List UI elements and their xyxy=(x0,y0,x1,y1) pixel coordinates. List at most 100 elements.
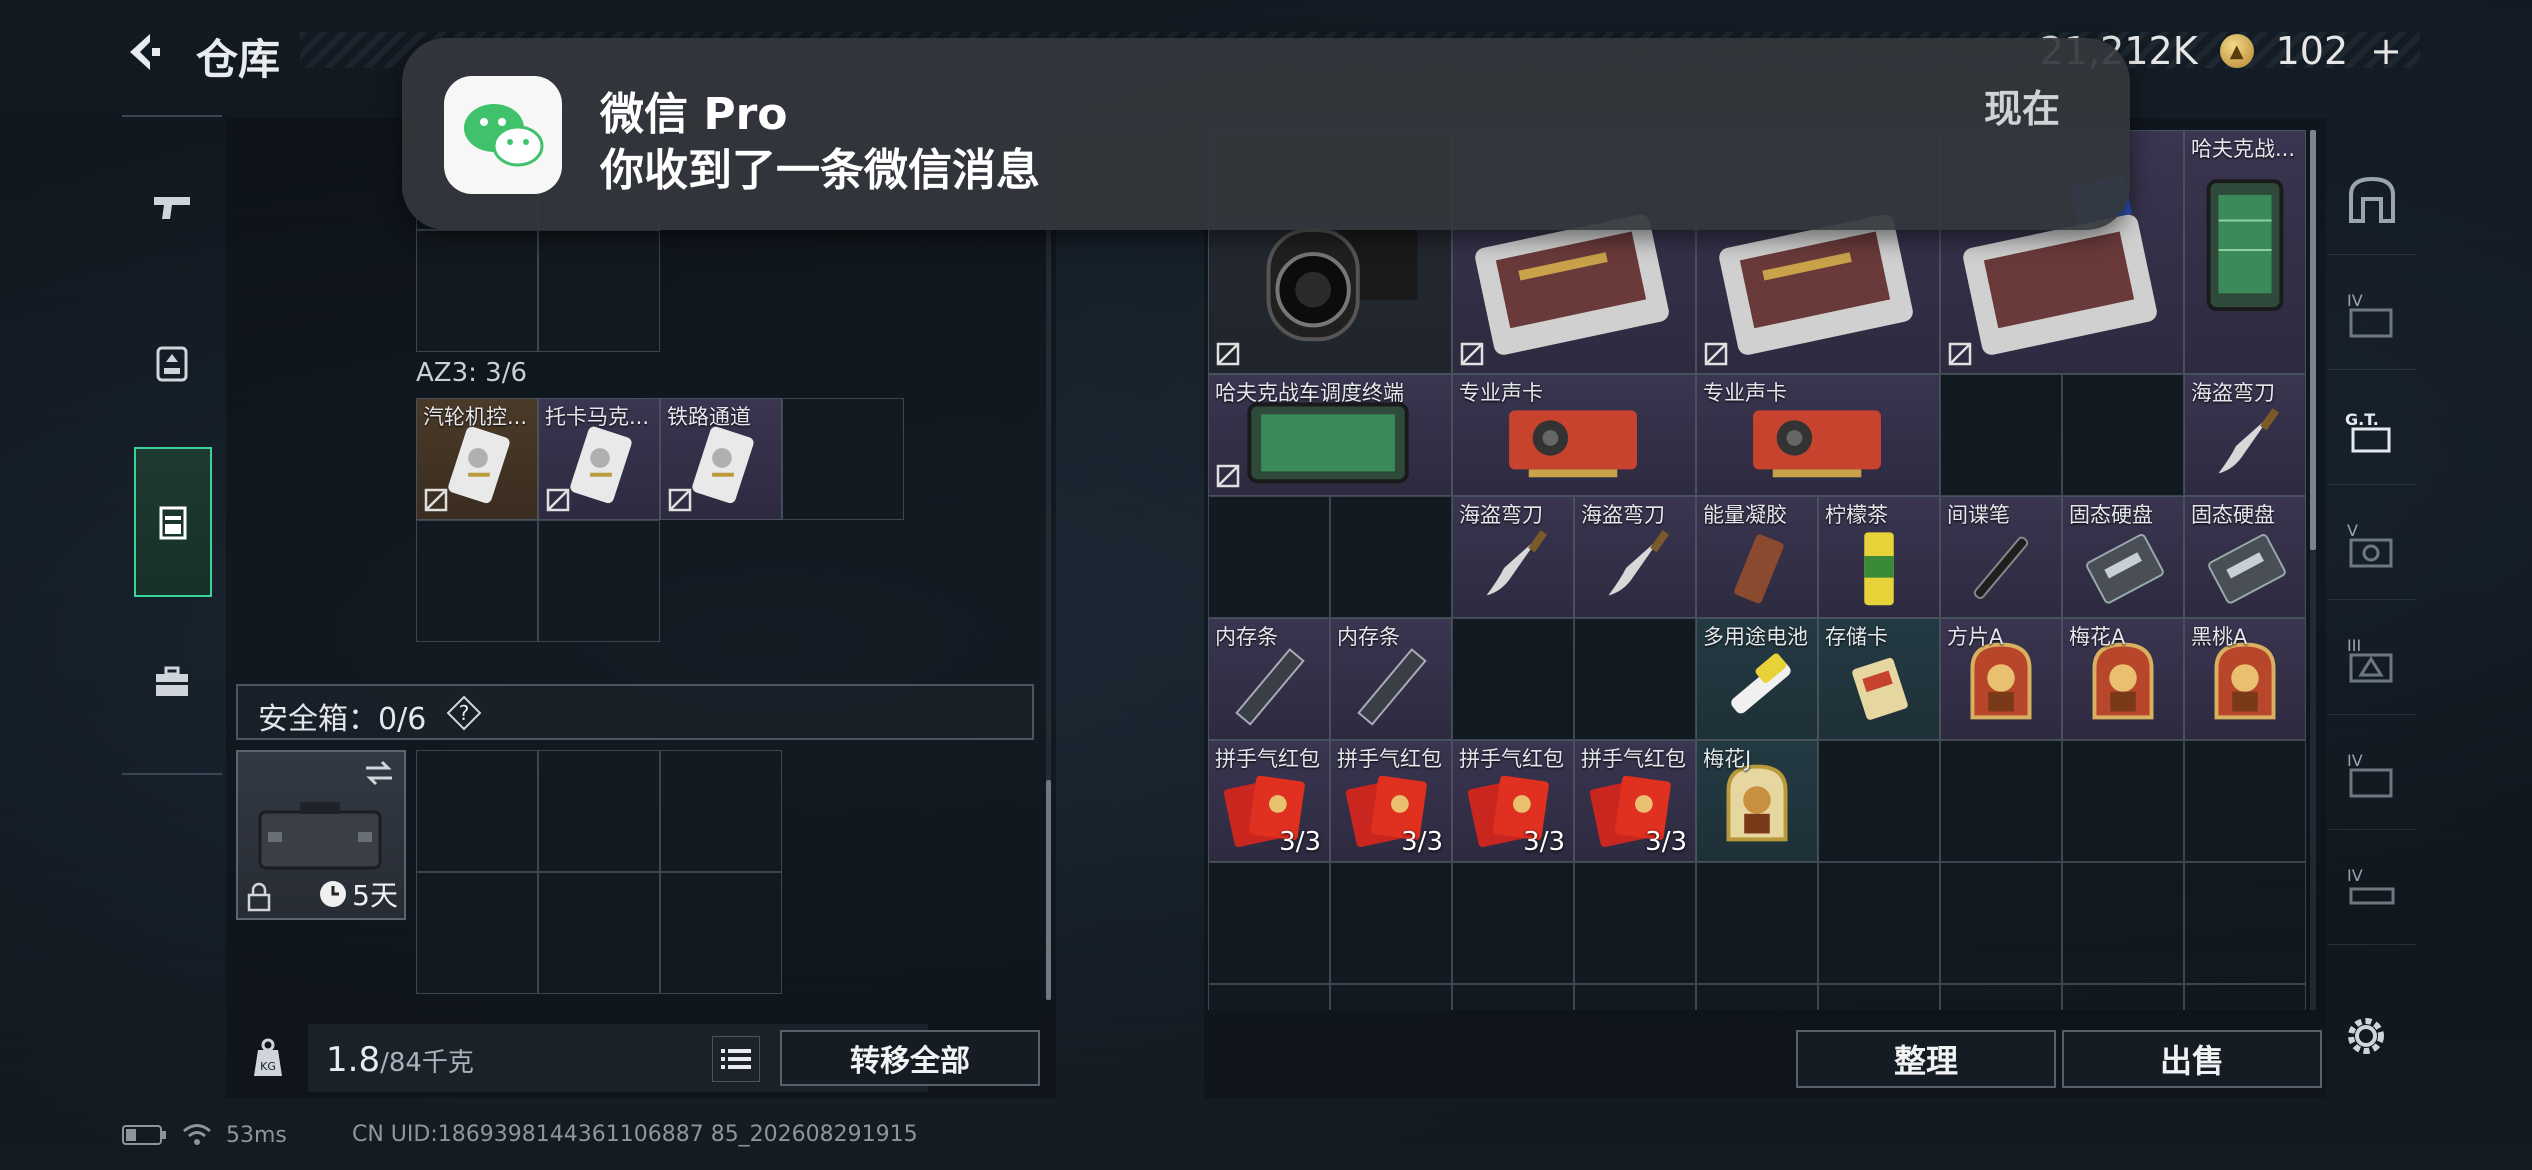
item-red-packet-2[interactable]: 拼手气红包 3/3 xyxy=(1330,740,1452,862)
rail-tab-5[interactable]: III xyxy=(2328,605,2416,715)
item-name: 铁路通道 xyxy=(667,405,751,429)
rail-tab-6[interactable]: IV xyxy=(2328,720,2416,830)
item-ssd-2[interactable]: 固态硬盘 xyxy=(2184,496,2306,618)
item-ssd-1[interactable]: 固态硬盘 xyxy=(2062,496,2184,618)
grid-cell[interactable] xyxy=(416,230,538,352)
item-pirate-knife-1[interactable]: 海盗弯刀 xyxy=(2184,374,2306,496)
transfer-all-button[interactable]: 转移全部 xyxy=(780,1030,1040,1086)
grid-cell[interactable] xyxy=(1330,984,1452,1010)
safe-case-slot[interactable]: 5天 xyxy=(236,750,406,920)
grid-cell[interactable] xyxy=(2062,984,2184,1010)
grid-cell[interactable] xyxy=(416,750,538,872)
grid-cell[interactable] xyxy=(1574,618,1696,740)
item-name: 方片A xyxy=(1947,625,2004,649)
grid-cell[interactable] xyxy=(1818,862,1940,984)
grid-cell[interactable] xyxy=(538,520,660,642)
item-railway[interactable]: 铁路通道 xyxy=(660,398,782,520)
item-hafuke-top[interactable]: 哈夫克战... xyxy=(2184,130,2306,374)
grid-cell[interactable] xyxy=(1452,862,1574,984)
nav-storage[interactable] xyxy=(134,447,212,597)
item-spade-a[interactable]: 黑桃A xyxy=(2184,618,2306,740)
grid-cell[interactable] xyxy=(1574,984,1696,1010)
sell-button[interactable]: 出售 xyxy=(2062,1030,2322,1088)
grid-cell[interactable] xyxy=(2184,740,2306,862)
grid-cell[interactable] xyxy=(1574,862,1696,984)
grid-cell[interactable] xyxy=(782,398,904,520)
swap-icon[interactable] xyxy=(362,758,396,788)
item-ram-2[interactable]: 内存条 xyxy=(1330,618,1452,740)
item-club-a[interactable]: 梅花A xyxy=(2062,618,2184,740)
grid-cell[interactable] xyxy=(1940,740,2062,862)
grid-cell[interactable] xyxy=(660,872,782,994)
item-name: 黑桃A xyxy=(2191,625,2248,649)
back-arrow-icon[interactable] xyxy=(120,28,168,76)
rail-tab-7[interactable]: IV xyxy=(2328,835,2416,945)
sort-button[interactable]: 整理 xyxy=(1796,1030,2056,1088)
item-tokamak[interactable]: 托卡马克... xyxy=(538,398,660,520)
item-red-packet-3[interactable]: 拼手气红包 3/3 xyxy=(1452,740,1574,862)
item-turbine-control[interactable]: 汽轮机控... xyxy=(416,398,538,520)
grid-cell[interactable] xyxy=(2062,740,2184,862)
grid-cell[interactable] xyxy=(2184,984,2306,1010)
grid-cell[interactable] xyxy=(416,520,538,642)
item-diamond-a[interactable]: 方片A xyxy=(1940,618,2062,740)
grid-cell[interactable] xyxy=(1452,984,1574,1010)
item-sound-card-2[interactable]: 专业声卡 xyxy=(1696,374,1940,496)
pistol-icon xyxy=(154,197,190,219)
item-pirate-knife-3[interactable]: 海盗弯刀 xyxy=(1574,496,1696,618)
nav-toolbox[interactable] xyxy=(122,607,222,757)
weight-value: 1.8/84千克 xyxy=(326,1040,474,1080)
item-pirate-knife-2[interactable]: 海盗弯刀 xyxy=(1452,496,1574,618)
grid-cell[interactable] xyxy=(1330,862,1452,984)
grid-cell[interactable] xyxy=(1818,984,1940,1010)
grid-cell[interactable] xyxy=(1696,984,1818,1010)
help-icon[interactable]: ? xyxy=(446,695,482,731)
item-red-packet-1[interactable]: 拼手气红包 3/3 xyxy=(1208,740,1330,862)
coin-amount: 102 xyxy=(2275,29,2349,73)
rail-tab-4[interactable]: V xyxy=(2328,490,2416,600)
grid-cell[interactable] xyxy=(2184,862,2306,984)
item-terminal[interactable]: 哈夫克战车调度终端 xyxy=(1208,374,1452,496)
grid-cell[interactable] xyxy=(1208,862,1330,984)
wechat-notification[interactable]: 微信 Pro 你收到了一条微信消息 现在 xyxy=(402,38,2130,230)
svg-text:?: ? xyxy=(459,701,470,725)
settings-gear-icon[interactable] xyxy=(2340,1010,2392,1062)
grid-cell[interactable] xyxy=(1696,862,1818,984)
grid-cell[interactable] xyxy=(416,872,538,994)
right-scrollbar[interactable] xyxy=(2310,130,2316,550)
grid-cell[interactable] xyxy=(2062,862,2184,984)
nav-equipment[interactable] xyxy=(122,287,222,437)
list-view-button[interactable] xyxy=(712,1036,760,1082)
item-battery[interactable]: 多用途电池 xyxy=(1696,618,1818,740)
grid-cell[interactable] xyxy=(1208,984,1330,1010)
item-memory-card[interactable]: 存储卡 xyxy=(1818,618,1940,740)
notification-time: 现在 xyxy=(1983,87,2060,131)
rail-tab-2[interactable]: IV xyxy=(2328,260,2416,370)
grid-cell[interactable] xyxy=(660,750,782,872)
rail-tab-3[interactable]: G.T. xyxy=(2328,375,2416,485)
item-energy-gel[interactable]: 能量凝胶 xyxy=(1696,496,1818,618)
grid-cell[interactable] xyxy=(538,750,660,872)
grid-cell[interactable] xyxy=(1208,496,1330,618)
item-sound-card-1[interactable]: 专业声卡 xyxy=(1452,374,1696,496)
nav-weapons[interactable] xyxy=(122,132,222,282)
grid-cell[interactable] xyxy=(1940,862,2062,984)
item-club-j[interactable]: 梅花J xyxy=(1696,740,1818,862)
grid-cell[interactable] xyxy=(1940,374,2062,496)
item-red-packet-4[interactable]: 拼手气红包 3/3 xyxy=(1574,740,1696,862)
item-ram-1[interactable]: 内存条 xyxy=(1208,618,1330,740)
item-spy-pen[interactable]: 间谍笔 xyxy=(1940,496,2062,618)
page-title: 仓库 xyxy=(196,35,281,84)
grid-cell[interactable] xyxy=(1330,496,1452,618)
grid-cell[interactable] xyxy=(1940,984,2062,1010)
grid-cell[interactable] xyxy=(1818,740,1940,862)
grid-cell[interactable] xyxy=(1452,618,1574,740)
rail-tab-1[interactable] xyxy=(2328,145,2416,255)
grid-cell[interactable] xyxy=(538,872,660,994)
grid-cell[interactable] xyxy=(538,230,660,352)
add-currency-button[interactable]: + xyxy=(2370,29,2402,73)
left-scrollbar[interactable] xyxy=(1046,780,1051,1000)
grid-cell[interactable] xyxy=(2062,374,2184,496)
item-lemon-tea[interactable]: 柠檬茶 xyxy=(1818,496,1940,618)
storage-rail: IV G.T. V III IV IV xyxy=(2328,125,2416,1005)
